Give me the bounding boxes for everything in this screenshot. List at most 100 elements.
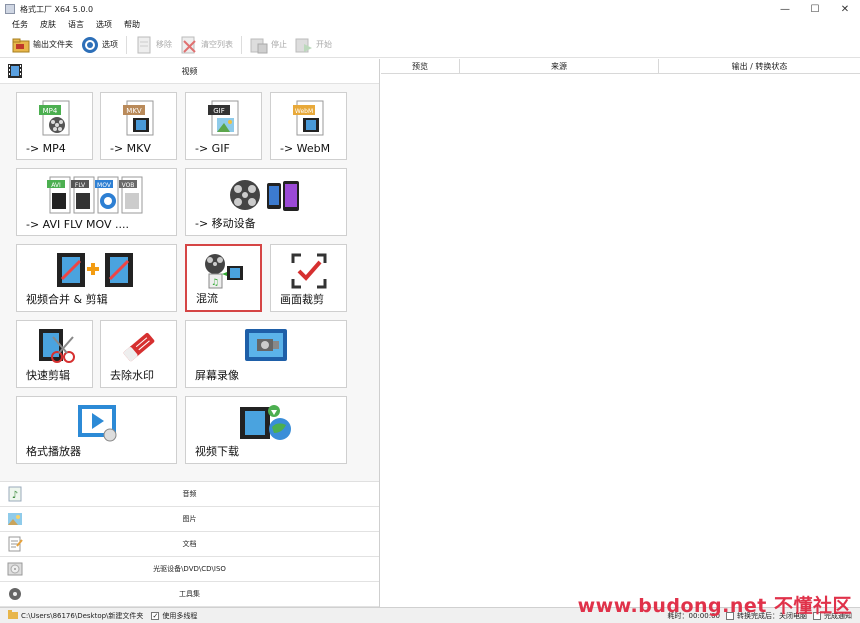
tile-gif-label: -> GIF [195,142,230,155]
stop-button[interactable]: 停止 [246,33,291,57]
music-note-icon: ♪ [6,485,24,503]
section-tools[interactable]: 工具集 [0,582,379,607]
tools-icon [6,585,24,603]
output-folder-button[interactable]: 输出文件夹 [8,33,77,57]
crop-icon [271,251,346,291]
options-gear-icon [81,36,99,54]
section-picture[interactable]: 图片 [0,507,379,532]
minimize-button[interactable]: — [770,0,800,18]
folder-icon [12,36,30,54]
status-folder-icon [8,610,18,621]
start-button[interactable]: 开始 [291,33,336,57]
tile-multi-format[interactable]: AVI FLV MOV VOB -> AVI FLV MOV .... [16,168,177,236]
tile-crop[interactable]: 画面裁剪 [270,244,347,312]
section-optical-drive[interactable]: 光驱设备\DVD\CD\ISO [0,557,379,582]
function-pane: 视频 MP4 -> MP4 MKV -> MKV GIF -> GIF WebM [0,59,380,607]
tile-remove-watermark-label: 去除水印 [110,369,154,382]
tile-screen-record[interactable]: 屏幕录像 [185,320,347,388]
svg-text:WebM: WebM [294,108,312,115]
title-bar: 格式工厂 X64 5.0.0 — ☐ ✕ [0,0,860,18]
screen-record-icon [186,327,346,367]
svg-text:GIF: GIF [213,107,225,115]
multithread-label: 使用多线程 [162,611,198,620]
tile-merge-edit[interactable]: 视频合并 & 剪辑 [16,244,177,312]
app-icon [5,4,15,14]
stop-icon [250,36,268,54]
site-watermark: www.budong.net 不懂社区 [577,595,852,617]
svg-text:♫: ♫ [210,278,218,288]
section-audio[interactable]: ♪ 音频 [0,482,379,507]
tile-mobile-device[interactable]: -> 移动设备 [185,168,347,236]
clear-list-icon [180,36,198,54]
remove-icon [135,36,153,54]
tile-merge-edit-label: 视频合并 & 剪辑 [26,293,108,306]
menu-language[interactable]: 语言 [68,19,84,30]
picture-icon [6,510,24,528]
tile-mp4-label: -> MP4 [26,142,66,155]
tile-quick-cut[interactable]: 快速剪辑 [16,320,93,388]
tile-screen-record-label: 屏幕录像 [195,369,239,382]
mobile-device-icon [186,175,346,217]
disc-drive-icon [6,560,24,578]
close-button[interactable]: ✕ [830,0,860,18]
window-title: 格式工厂 X64 5.0.0 [20,4,94,14]
menu-help[interactable]: 帮助 [124,19,140,30]
menu-task[interactable]: 任务 [12,19,28,30]
tile-video-download-label: 视频下载 [195,445,239,458]
start-icon [295,36,313,54]
tile-webm-label: -> WebM [280,142,331,155]
svg-text:FLV: FLV [74,182,85,189]
svg-text:MKV: MKV [126,107,142,115]
options-button[interactable]: 选项 [77,33,122,57]
svg-text:MOV: MOV [97,182,112,189]
svg-text:MP4: MP4 [42,107,57,115]
eraser-icon [101,327,176,367]
quick-cut-icon [17,327,92,367]
multithread-checkbox[interactable]: ✓ [151,611,160,620]
tile-mkv[interactable]: MKV -> MKV [100,92,177,160]
svg-text:AVI: AVI [51,182,61,189]
tile-mobile-device-label: -> 移动设备 [195,217,256,230]
column-source[interactable]: 来源 [460,59,659,73]
mkv-file-icon: MKV [101,99,176,139]
tile-webm[interactable]: WebM -> WebM [270,92,347,160]
menu-bar: 任务 皮肤 语言 选项 帮助 [0,18,860,31]
task-list-pane: 预览 来源 输出 / 转换状态 [381,59,860,607]
clear-list-button[interactable]: 清空列表 [176,33,237,57]
maximize-button[interactable]: ☐ [800,0,830,18]
tile-player-label: 格式播放器 [26,445,81,458]
task-table-header: 预览 来源 输出 / 转换状态 [381,59,860,74]
menu-options[interactable]: 选项 [96,19,112,30]
webm-file-icon: WebM [271,99,346,139]
tile-mux[interactable]: ♫ 混流 [185,244,262,312]
tile-video-download[interactable]: 视频下载 [185,396,347,464]
video-download-icon [186,403,346,443]
video-tools-grid: MP4 -> MP4 MKV -> MKV GIF -> GIF WebM ->… [0,84,379,482]
tile-mp4[interactable]: MP4 -> MP4 [16,92,93,160]
tile-mkv-label: -> MKV [110,142,151,155]
film-icon [6,62,24,80]
tile-crop-label: 画面裁剪 [280,293,324,306]
player-icon [17,403,176,443]
mp4-file-icon: MP4 [17,99,92,139]
tile-remove-watermark[interactable]: 去除水印 [100,320,177,388]
multi-format-icon: AVI FLV MOV VOB [17,175,176,217]
remove-button[interactable]: 移除 [131,33,176,57]
output-path[interactable]: C:\Users\86176\Desktop\新建文件夹 [21,611,143,621]
mux-icon: ♫ [187,252,260,292]
menu-skin[interactable]: 皮肤 [40,19,56,30]
svg-text:♪: ♪ [12,490,18,501]
tile-multi-format-label: -> AVI FLV MOV .... [26,218,130,231]
tile-mux-label: 混流 [196,292,218,305]
section-video[interactable]: 视频 [0,59,379,84]
toolbar: 输出文件夹 选项 移除 清空列表 停止 开始 [0,32,860,58]
tile-player[interactable]: 格式播放器 [16,396,177,464]
svg-text:VOB: VOB [121,182,134,189]
document-icon [6,535,24,553]
column-output-status[interactable]: 输出 / 转换状态 [659,59,860,73]
column-preview[interactable]: 预览 [381,59,460,73]
tile-quick-cut-label: 快速剪辑 [26,369,70,382]
tile-gif[interactable]: GIF -> GIF [185,92,262,160]
section-document[interactable]: 文档 [0,532,379,557]
video-merge-icon [17,251,176,291]
